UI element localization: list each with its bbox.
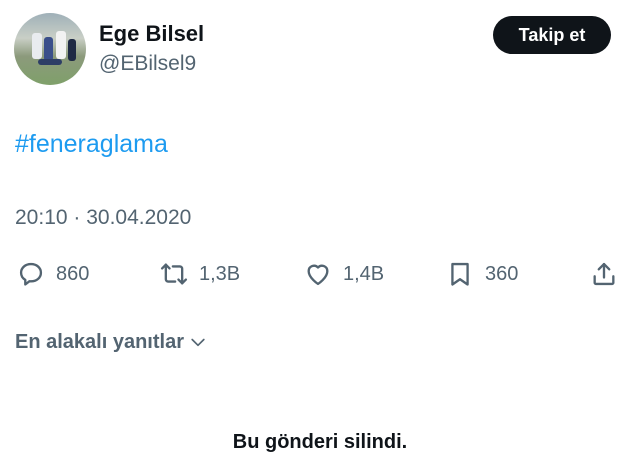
like-count: 1,4B: [343, 262, 385, 285]
bookmark-count: 360: [485, 262, 519, 285]
reply-icon: [19, 262, 43, 286]
retweet-icon: [160, 263, 188, 285]
avatar[interactable]: [14, 13, 86, 85]
avatar-photo-figure: [56, 31, 66, 59]
deleted-post-notice: Bu gönderi silindi.: [232, 431, 408, 453]
tweet-hashtag[interactable]: #feneraglama: [15, 129, 168, 159]
reply-count: 860: [56, 262, 90, 285]
retweet-button[interactable]: 1,3B: [160, 259, 240, 289]
avatar-photo-figure: [68, 39, 76, 61]
author-handle[interactable]: @EBilsel9: [99, 51, 196, 77]
bookmark-icon: [451, 262, 469, 286]
retweet-count: 1,3B: [199, 262, 241, 285]
follow-button[interactable]: Takip et: [493, 16, 611, 54]
share-button[interactable]: [590, 259, 618, 289]
tweet-timestamp[interactable]: 20:10 · 30.04.2020: [15, 205, 191, 231]
share-icon: [593, 262, 615, 286]
chevron-down-icon: [191, 338, 205, 347]
reply-button[interactable]: 860: [17, 259, 89, 289]
avatar-photo-figure: [32, 33, 42, 59]
like-icon: [307, 264, 329, 286]
bookmark-button[interactable]: 360: [446, 259, 518, 289]
avatar-photo-figure: [38, 59, 62, 65]
like-button[interactable]: 1,4B: [304, 259, 384, 289]
replies-sort-dropdown[interactable]: En alakalı yanıtlar: [15, 330, 208, 354]
replies-sort-label: En alakalı yanıtlar: [15, 330, 184, 353]
avatar-photo-figure: [44, 37, 53, 61]
author-name[interactable]: Ege Bilsel: [99, 21, 204, 47]
